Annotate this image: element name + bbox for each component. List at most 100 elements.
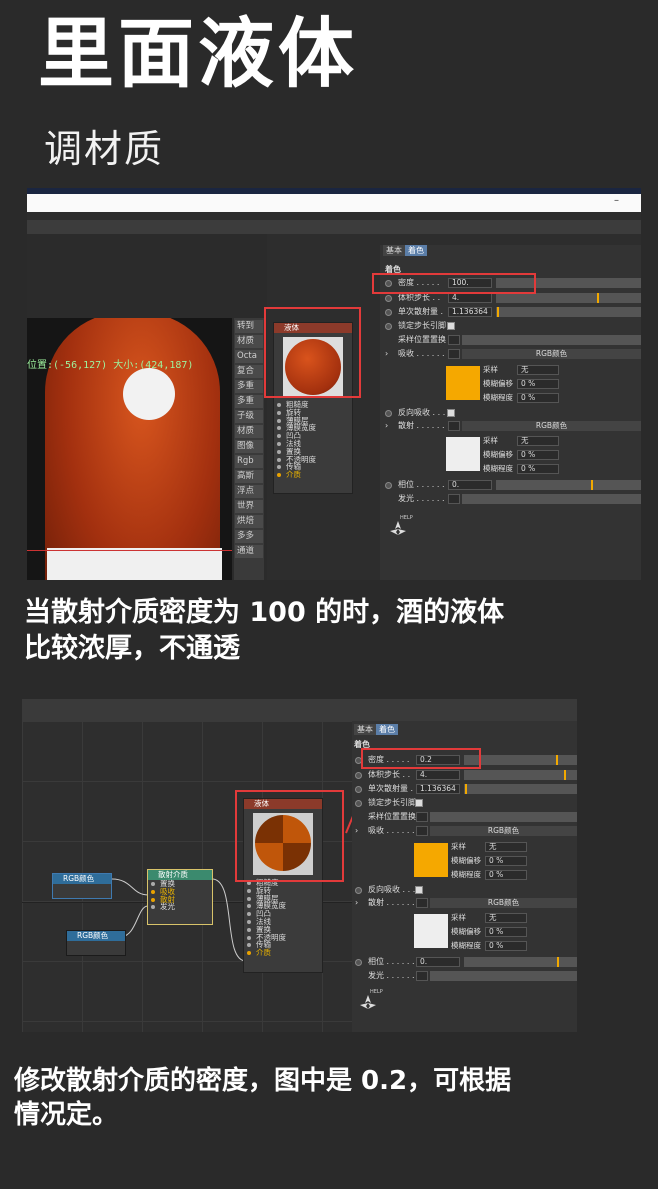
expand-icon[interactable]: › [355, 825, 358, 836]
expand-icon[interactable]: › [385, 348, 388, 359]
keyframe-dot[interactable] [355, 772, 362, 779]
sample-pos-link[interactable] [462, 335, 641, 345]
keyframe-dot[interactable] [355, 800, 362, 807]
help-icon[interactable]: HELP [388, 515, 418, 539]
phase-slider[interactable] [464, 957, 577, 967]
sidemenu-item[interactable]: Octa [235, 349, 263, 363]
emission-dropdown[interactable] [448, 494, 460, 504]
lock-step-checkbox[interactable] [415, 799, 423, 807]
blur-offset-input[interactable]: 0 % [485, 856, 527, 866]
sidemenu-item[interactable]: 烘焙 [235, 514, 263, 528]
lock-step-checkbox[interactable] [447, 322, 455, 330]
keyframe-dot[interactable] [385, 323, 392, 330]
scatter-rgb-header[interactable]: RGB颜色 [430, 898, 577, 908]
blur-level-input[interactable]: 0 % [517, 393, 559, 403]
sample-dropdown[interactable]: 无 [517, 365, 559, 375]
blur-level-label: 模糊程度 [451, 941, 481, 950]
phase-input[interactable]: 0. [416, 957, 460, 967]
sample-pos-dropdown[interactable] [448, 335, 460, 345]
tab-shading[interactable]: 着色 [405, 245, 427, 256]
tab-shading[interactable]: 着色 [376, 724, 398, 735]
expand-icon[interactable]: › [355, 897, 358, 908]
help-icon[interactable]: HELP [358, 989, 388, 1015]
rgb-node[interactable]: RGB颜色 [52, 873, 112, 899]
sidemenu-item[interactable]: 复合 [235, 364, 263, 378]
scatter-rgb-header[interactable]: RGB颜色 [462, 421, 641, 431]
sidemenu-item[interactable]: 转到 [235, 319, 263, 333]
blur-offset-input[interactable]: 0 % [485, 927, 527, 937]
sample-dropdown[interactable]: 无 [517, 436, 559, 446]
sidemenu-item[interactable]: 世界 [235, 499, 263, 513]
blur-offset-input[interactable]: 0 % [517, 450, 559, 460]
keyframe-dot[interactable] [385, 295, 392, 302]
absorb-color-swatch[interactable] [446, 366, 480, 400]
keyframe-dot[interactable] [355, 887, 362, 894]
keyframe-dot[interactable] [355, 959, 362, 966]
single-scatter-input[interactable]: 1.136364 [448, 307, 492, 317]
sidemenu-item[interactable]: 多多 [235, 529, 263, 543]
scatter-dropdown[interactable] [416, 898, 428, 908]
absorb-dropdown[interactable] [448, 349, 460, 359]
sample-dropdown[interactable]: 无 [485, 913, 527, 923]
keyframe-dot[interactable] [385, 309, 392, 316]
sample-dropdown[interactable]: 无 [485, 842, 527, 852]
scatter-color-swatch[interactable] [446, 437, 480, 471]
invert-absorb-checkbox[interactable] [447, 409, 455, 417]
node-port[interactable]: 置换 [148, 880, 212, 888]
node-port[interactable]: 散射 [148, 895, 212, 904]
blur-level-input[interactable]: 0 % [485, 941, 527, 951]
absorb-rgb-header[interactable]: RGB颜色 [462, 349, 641, 359]
minimize-icon[interactable]: – [614, 195, 619, 206]
sidemenu-item[interactable]: 子级 [235, 409, 263, 423]
volume-step-slider[interactable] [496, 293, 641, 303]
sidemenu-item[interactable]: Rgb [235, 454, 263, 468]
emission-link[interactable] [430, 971, 577, 981]
emission-dropdown[interactable] [416, 971, 428, 981]
sidemenu-item[interactable]: 图像 [235, 439, 263, 453]
keyframe-dot[interactable] [385, 482, 392, 489]
sidemenu-item[interactable]: 材质 [235, 334, 263, 348]
invert-absorb-checkbox[interactable] [415, 886, 423, 894]
node-port[interactable]: 吸收 [148, 887, 212, 896]
absorb-rgb-header[interactable]: RGB颜色 [430, 826, 577, 836]
blur-level-label: 模糊程度 [483, 464, 513, 473]
tab-basic[interactable]: 基本 [383, 245, 405, 256]
sidemenu-item[interactable]: 通道 [235, 544, 263, 558]
scatter-color-swatch[interactable] [414, 914, 448, 948]
sample-pos-link[interactable] [430, 812, 577, 822]
volume-step-input[interactable]: 4. [416, 770, 460, 780]
expand-icon[interactable]: › [385, 420, 388, 431]
highlight-box [264, 307, 361, 398]
sidemenu-item[interactable]: 多重 [235, 394, 263, 408]
sidemenu-item[interactable]: 材质 [235, 424, 263, 438]
phase-input[interactable]: 0. [448, 480, 492, 490]
phase-slider[interactable] [496, 480, 641, 490]
density-highlight [372, 273, 536, 294]
emission-link[interactable] [462, 494, 641, 504]
volume-step-input[interactable]: 4. [448, 293, 492, 303]
highlight-box [235, 790, 344, 882]
sample-pos-dropdown[interactable] [416, 812, 428, 822]
scatter-medium-node[interactable]: 散射介质 置换 吸收 散射 发光 [147, 869, 213, 925]
blur-level-input[interactable]: 0 % [517, 464, 559, 474]
node-title: 散射介质 [148, 870, 212, 880]
sidemenu-item[interactable]: 浮点 [235, 484, 263, 498]
rgb-node[interactable]: RGB颜色 [66, 930, 126, 956]
volume-step-slider[interactable] [464, 770, 577, 780]
node-port-medium[interactable]: 介质 [274, 471, 352, 479]
single-scatter-slider[interactable] [496, 307, 641, 317]
scatter-dropdown[interactable] [448, 421, 460, 431]
absorb-dropdown[interactable] [416, 826, 428, 836]
blur-offset-input[interactable]: 0 % [517, 379, 559, 389]
node-port-medium[interactable]: 介质 [244, 949, 322, 957]
keyframe-dot[interactable] [355, 786, 362, 793]
absorb-color-swatch[interactable] [414, 843, 448, 877]
blur-level-input[interactable]: 0 % [485, 870, 527, 880]
sidemenu-item[interactable]: 高斯 [235, 469, 263, 483]
keyframe-dot[interactable] [385, 410, 392, 417]
tab-basic[interactable]: 基本 [354, 724, 376, 735]
single-scatter-slider[interactable] [464, 784, 577, 794]
node-port[interactable]: 发光 [148, 903, 212, 911]
sidemenu-item[interactable]: 多重 [235, 379, 263, 393]
single-scatter-input[interactable]: 1.136364 [416, 784, 460, 794]
